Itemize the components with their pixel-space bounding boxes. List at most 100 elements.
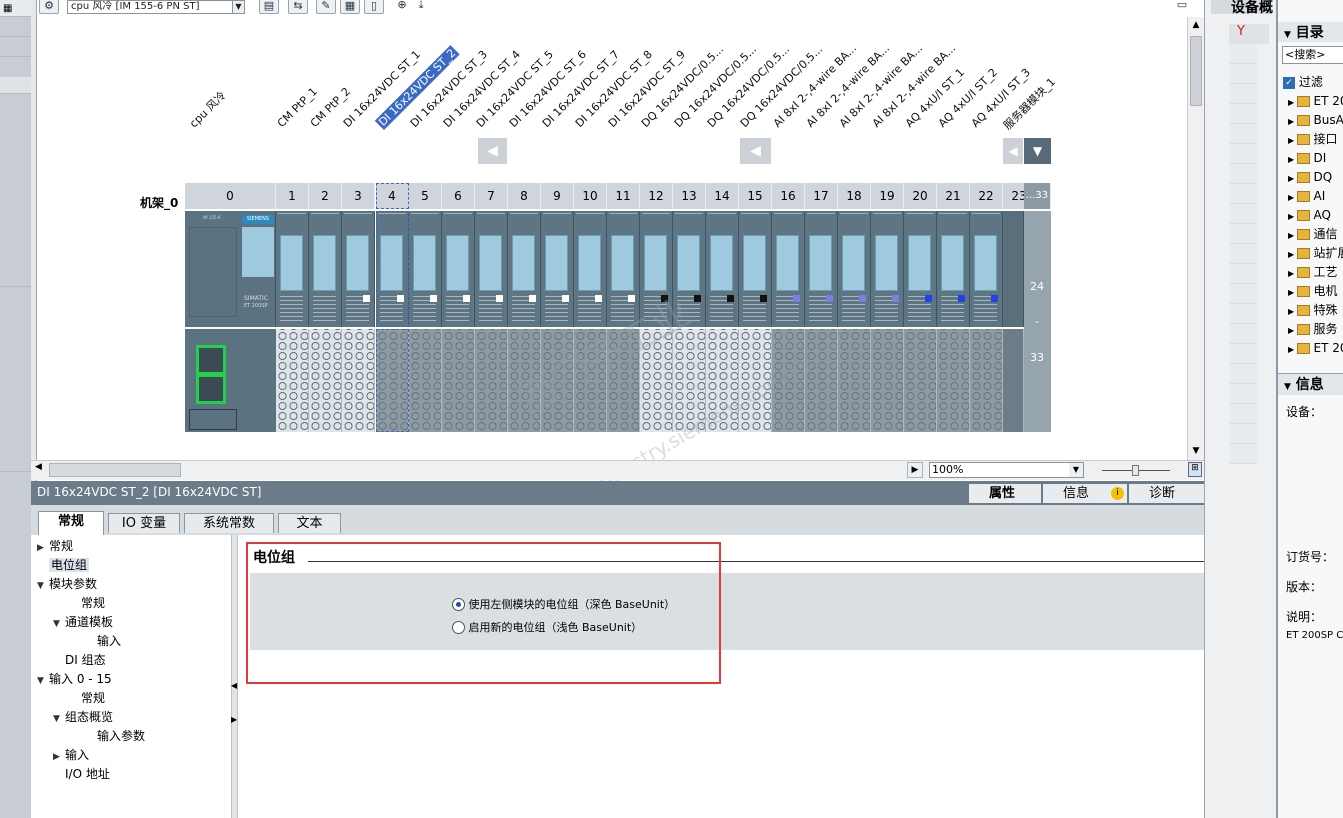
tree-item[interactable]: ▼ 输入 0 - 15 bbox=[37, 670, 112, 690]
scroll-left-icon[interactable]: ◀ bbox=[740, 138, 771, 164]
expand-right-icon[interactable]: ▶ bbox=[53, 748, 65, 766]
scroll-down-icon[interactable]: ▼ bbox=[1188, 443, 1204, 460]
slot-number[interactable]: 22 bbox=[970, 183, 1003, 209]
expand-right-icon[interactable]: ▶ bbox=[1288, 193, 1297, 202]
grid-icon[interactable]: ▦ bbox=[340, 0, 360, 14]
tree-item[interactable]: 输入参数 bbox=[85, 727, 145, 745]
base-unit-terminal[interactable] bbox=[309, 329, 342, 432]
io-module[interactable] bbox=[541, 211, 574, 327]
slot-number[interactable]: 0 bbox=[185, 183, 276, 209]
io-module[interactable] bbox=[838, 211, 871, 327]
filter-checkbox[interactable]: ✓ 过滤 bbox=[1283, 73, 1323, 90]
tab-info[interactable]: 信息 i bbox=[1043, 484, 1127, 503]
catalog-folder[interactable]: ▶ BusA bbox=[1288, 111, 1343, 131]
expand-right-icon[interactable]: ▶ bbox=[1288, 231, 1297, 240]
info-header[interactable]: ▼ 信息 bbox=[1278, 373, 1343, 395]
expand-rack-icon[interactable]: ▼ bbox=[1024, 138, 1051, 164]
base-unit-terminal[interactable] bbox=[1003, 329, 1024, 432]
show-module-labels-icon[interactable]: ✎ bbox=[316, 0, 336, 14]
catalog-folder[interactable]: ▶ 工艺 bbox=[1288, 263, 1338, 283]
tree-item[interactable]: 常规 bbox=[69, 689, 105, 707]
expand-right-icon[interactable]: ▶ bbox=[1288, 307, 1297, 316]
base-unit-terminal[interactable] bbox=[904, 329, 937, 432]
slot-number[interactable]: 18 bbox=[838, 183, 871, 209]
expand-right-icon[interactable]: ▶ bbox=[1288, 269, 1297, 278]
catalog-folder[interactable]: ▶ AI bbox=[1288, 187, 1325, 207]
base-unit-terminal[interactable] bbox=[409, 329, 442, 432]
empty-slots-range[interactable]: 24 - 33 bbox=[1024, 211, 1051, 432]
expand-right-icon[interactable]: ▶ bbox=[1288, 98, 1297, 107]
tree-item[interactable]: I/O 地址 bbox=[53, 765, 110, 783]
slot-number[interactable]: 15 bbox=[739, 183, 772, 209]
scroll-left-icon[interactable]: ◀ bbox=[1003, 138, 1023, 164]
expand-right-icon[interactable]: ▶ bbox=[1288, 345, 1297, 354]
io-module[interactable] bbox=[276, 211, 309, 327]
tree-item[interactable]: ▶ 常规 bbox=[37, 537, 73, 557]
slot-number[interactable]: 17 bbox=[805, 183, 838, 209]
slot-number[interactable]: 3 bbox=[342, 183, 375, 209]
io-module[interactable] bbox=[508, 211, 541, 327]
slot-number[interactable]: 5 bbox=[409, 183, 442, 209]
base-unit-terminal[interactable] bbox=[871, 329, 904, 432]
expand-right-icon[interactable]: ▶ bbox=[1288, 326, 1297, 335]
catalog-search-input[interactable]: <搜索> bbox=[1282, 46, 1343, 64]
ethernet-port-2-icon[interactable] bbox=[196, 374, 226, 404]
expand-right-icon[interactable]: ▶ bbox=[1288, 212, 1297, 221]
slot-number[interactable]: 12 bbox=[640, 183, 673, 209]
module-label[interactable]: cpu 风冷 bbox=[186, 88, 229, 131]
slot-number[interactable]: 1 bbox=[276, 183, 309, 209]
slot-number[interactable]: 11 bbox=[607, 183, 640, 209]
slot-number[interactable]: 19 bbox=[871, 183, 904, 209]
tree-item[interactable]: ▼ 组态概览 bbox=[53, 708, 113, 728]
scroll-left-icon[interactable]: ◀ bbox=[35, 462, 42, 472]
slot-number[interactable]: 16 bbox=[772, 183, 805, 209]
catalog-folder[interactable]: ▶ AQ bbox=[1288, 206, 1331, 226]
catalog-folder[interactable]: ▶ ET 20 bbox=[1288, 92, 1343, 112]
chevron-down-icon[interactable]: ▼ bbox=[232, 1, 244, 13]
slot-number[interactable]: 7 bbox=[475, 183, 508, 209]
io-module[interactable] bbox=[706, 211, 739, 327]
io-module[interactable] bbox=[871, 211, 904, 327]
base-unit-terminal[interactable] bbox=[475, 329, 508, 432]
slot-number[interactable]: 4 bbox=[376, 183, 409, 209]
scrollbar-thumb[interactable] bbox=[1190, 36, 1202, 106]
io-module[interactable] bbox=[409, 211, 442, 327]
tree-splitter[interactable]: ◀ ▶ bbox=[231, 535, 238, 818]
catalog-header[interactable]: ▼ 目录 bbox=[1278, 22, 1343, 42]
base-unit-terminal[interactable] bbox=[838, 329, 871, 432]
checkbox-checked-icon[interactable]: ✓ bbox=[1283, 76, 1295, 89]
io-module[interactable] bbox=[739, 211, 772, 327]
slot-number[interactable]: 14 bbox=[706, 183, 739, 209]
expand-down-icon[interactable]: ▼ bbox=[53, 615, 65, 633]
slot-number[interactable]: 20 bbox=[904, 183, 937, 209]
ethernet-port-1-icon[interactable] bbox=[196, 345, 226, 375]
tree-item[interactable]: ▼ 通道模板 bbox=[53, 613, 113, 633]
slot-number[interactable]: 13 bbox=[673, 183, 706, 209]
expand-down-icon[interactable]: ▼ bbox=[37, 577, 49, 595]
left-strip-row[interactable]: ▦ bbox=[0, 0, 31, 17]
io-module[interactable] bbox=[937, 211, 970, 327]
catalog-folder[interactable]: ▶ ET 20 bbox=[1288, 339, 1343, 359]
property-tab[interactable]: 常规 bbox=[38, 511, 104, 535]
expand-down-icon[interactable]: ▼ bbox=[53, 710, 65, 728]
catalog-folder[interactable]: ▶ 站扩展 bbox=[1288, 244, 1343, 264]
tree-item[interactable]: 电位组 bbox=[37, 556, 90, 574]
swap-icon[interactable]: ⇆ bbox=[288, 0, 308, 14]
catalog-folder[interactable]: ▶ 电机 bbox=[1288, 282, 1338, 302]
interface-module[interactable]: IM 155-6 SIEMENS SIMATIC ET 200SP bbox=[185, 211, 276, 327]
slot-number[interactable]: 6 bbox=[442, 183, 475, 209]
tab-properties[interactable]: 属性 bbox=[969, 484, 1041, 503]
slot-number[interactable]: 8 bbox=[508, 183, 541, 209]
download-icon[interactable]: ⤓ bbox=[411, 0, 431, 14]
tree-item[interactable]: ▼ 模块参数 bbox=[37, 575, 97, 595]
expand-right-icon[interactable]: ▶ bbox=[1288, 117, 1297, 126]
tree-item[interactable]: DI 组态 bbox=[53, 651, 106, 669]
scroll-left-icon[interactable]: ◀ bbox=[478, 138, 507, 164]
catalog-folder[interactable]: ▶ 接口 bbox=[1288, 130, 1338, 150]
slot-number[interactable]: 2 bbox=[309, 183, 342, 209]
slot-number[interactable]: ...33 bbox=[1024, 183, 1051, 209]
base-unit-terminal[interactable] bbox=[342, 329, 375, 432]
tree-item[interactable]: ▶ 输入 bbox=[53, 746, 89, 766]
chevron-down-icon[interactable]: ▼ bbox=[1069, 463, 1083, 477]
property-tab[interactable]: 系统常数 bbox=[184, 513, 274, 533]
